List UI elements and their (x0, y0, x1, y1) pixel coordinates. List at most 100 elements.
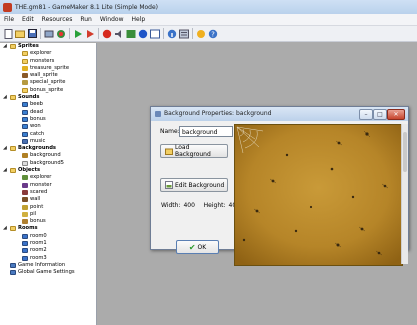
obj-icon (22, 219, 28, 225)
name-label: Name: (160, 128, 180, 135)
open-icon[interactable] (15, 29, 25, 39)
name-input[interactable]: background (179, 126, 233, 137)
toolbar-separator (69, 28, 70, 39)
tree-item[interactable]: wall_sprite (0, 72, 96, 79)
game-information-icon[interactable] (167, 29, 177, 39)
tree-item[interactable]: background5 (0, 160, 96, 167)
toolbar-separator (98, 28, 99, 39)
save-icon[interactable] (27, 29, 37, 39)
tree-item[interactable]: catch (0, 131, 96, 138)
tree-item[interactable]: bonus_sprite (0, 87, 96, 94)
create-room-icon[interactable] (150, 29, 160, 39)
tree-item-label: bonus (30, 218, 46, 225)
extension-icon[interactable] (196, 29, 206, 39)
tree-item[interactable]: Global Game Settings (0, 269, 96, 276)
tree-item[interactable]: explorer (0, 174, 96, 181)
room-icon (22, 255, 28, 261)
tree-item[interactable]: bonus (0, 218, 96, 225)
tree-expander-icon[interactable]: ◢ (3, 168, 8, 173)
width-label: Width: (161, 202, 181, 209)
folder-icon (10, 226, 16, 232)
tree-item[interactable]: point (0, 204, 96, 211)
tree-item[interactable]: won (0, 123, 96, 130)
tree-item-label: room0 (30, 232, 47, 239)
tree-category[interactable]: ◢ Sounds (0, 94, 96, 101)
toolbar-separator (163, 28, 164, 39)
tree-item-label: monster (30, 181, 52, 188)
tree-item-label: scared (30, 188, 48, 195)
tree-item[interactable]: explorer (0, 50, 96, 57)
tree-category[interactable]: ◢ Rooms (0, 225, 96, 232)
menu-file[interactable]: File (0, 16, 18, 23)
help-icon[interactable]: ? (208, 29, 218, 39)
scrollbar-thumb[interactable] (403, 132, 407, 172)
sprite-icon (22, 73, 28, 79)
obj-icon (22, 189, 28, 195)
run-icon[interactable] (73, 29, 83, 39)
sound-icon (22, 109, 28, 115)
edit-background-label: Edit Background (175, 181, 225, 189)
tree-expander-icon[interactable]: ◢ (3, 95, 8, 100)
create-background-icon[interactable] (126, 29, 136, 39)
menu-window[interactable]: Window (96, 16, 128, 23)
load-background-label: Load Background (175, 144, 211, 158)
close-button[interactable]: ✕ (387, 109, 405, 120)
tree-item[interactable]: background (0, 152, 96, 159)
tree-item[interactable]: bonus (0, 116, 96, 123)
tree-item[interactable]: monster (0, 182, 96, 189)
edit-background-button[interactable]: Edit Background (160, 178, 228, 192)
tree-item[interactable]: scared (0, 189, 96, 196)
new-file-icon[interactable] (3, 28, 13, 39)
ok-button[interactable]: ✔ OK (176, 240, 219, 254)
tree-item[interactable]: monsters (0, 58, 96, 65)
tree-item-label: background5 (30, 159, 64, 166)
minimize-button[interactable]: – (359, 109, 373, 120)
tree-item-label: pil (30, 210, 37, 217)
folder-icon (10, 146, 16, 152)
tree-item[interactable]: room0 (0, 233, 96, 240)
tree-expander-icon[interactable]: ◢ (3, 44, 8, 49)
sound-icon (22, 116, 28, 122)
menu-resources[interactable]: Resources (38, 16, 77, 23)
tree-category[interactable]: ◢ Objects (0, 167, 96, 174)
obj-icon (22, 182, 28, 188)
sprite-icon (22, 65, 28, 71)
gamemaker-app-icon (3, 2, 12, 12)
tree-item[interactable]: special_sprite (0, 79, 96, 86)
tree-item[interactable]: room1 (0, 240, 96, 247)
folder-icon (10, 95, 16, 101)
tree-item-label: point (30, 203, 44, 210)
tree-item-label: Game Information (18, 261, 66, 268)
tree-item[interactable]: wall (0, 196, 96, 203)
publish-icon[interactable] (56, 29, 66, 39)
create-object-icon[interactable] (138, 29, 148, 39)
tree-expander-icon[interactable]: ◢ (3, 226, 8, 231)
tree-item[interactable]: room2 (0, 247, 96, 254)
create-sprite-icon[interactable] (102, 29, 112, 39)
tree-expander-icon[interactable]: ◢ (3, 146, 8, 151)
tree-category[interactable]: ◢ Sprites (0, 43, 96, 50)
menu-edit[interactable]: Edit (18, 16, 38, 23)
image-dimensions: Width:400 Height:400 (161, 202, 243, 209)
tree-item[interactable]: beeb (0, 101, 96, 108)
tree-item-label: Objects (18, 167, 41, 174)
tree-item[interactable]: Game Information (0, 262, 96, 269)
background-properties-dialog: Background Properties: background – □ ✕ … (150, 106, 409, 266)
create-sound-icon[interactable] (114, 29, 124, 39)
global-settings-icon[interactable] (179, 29, 189, 39)
debug-icon[interactable] (85, 29, 95, 39)
tree-category[interactable]: ◢ Backgrounds (0, 145, 96, 152)
tree-item[interactable]: dead (0, 109, 96, 116)
create-executable-icon[interactable] (44, 29, 54, 39)
tree-item[interactable]: music (0, 138, 96, 145)
preview-scrollbar[interactable] (401, 124, 408, 264)
tree-item[interactable]: pil (0, 211, 96, 218)
tree-item[interactable]: treasure_sprite (0, 65, 96, 72)
tree-item[interactable]: room3 (0, 255, 96, 262)
menu-run[interactable]: Run (76, 16, 96, 23)
maximize-button[interactable]: □ (373, 109, 387, 120)
obj-icon (22, 175, 28, 181)
load-background-button[interactable]: Load Background (160, 144, 228, 158)
menu-help[interactable]: Help (128, 16, 150, 23)
tree-item-label: Backgrounds (18, 145, 57, 152)
